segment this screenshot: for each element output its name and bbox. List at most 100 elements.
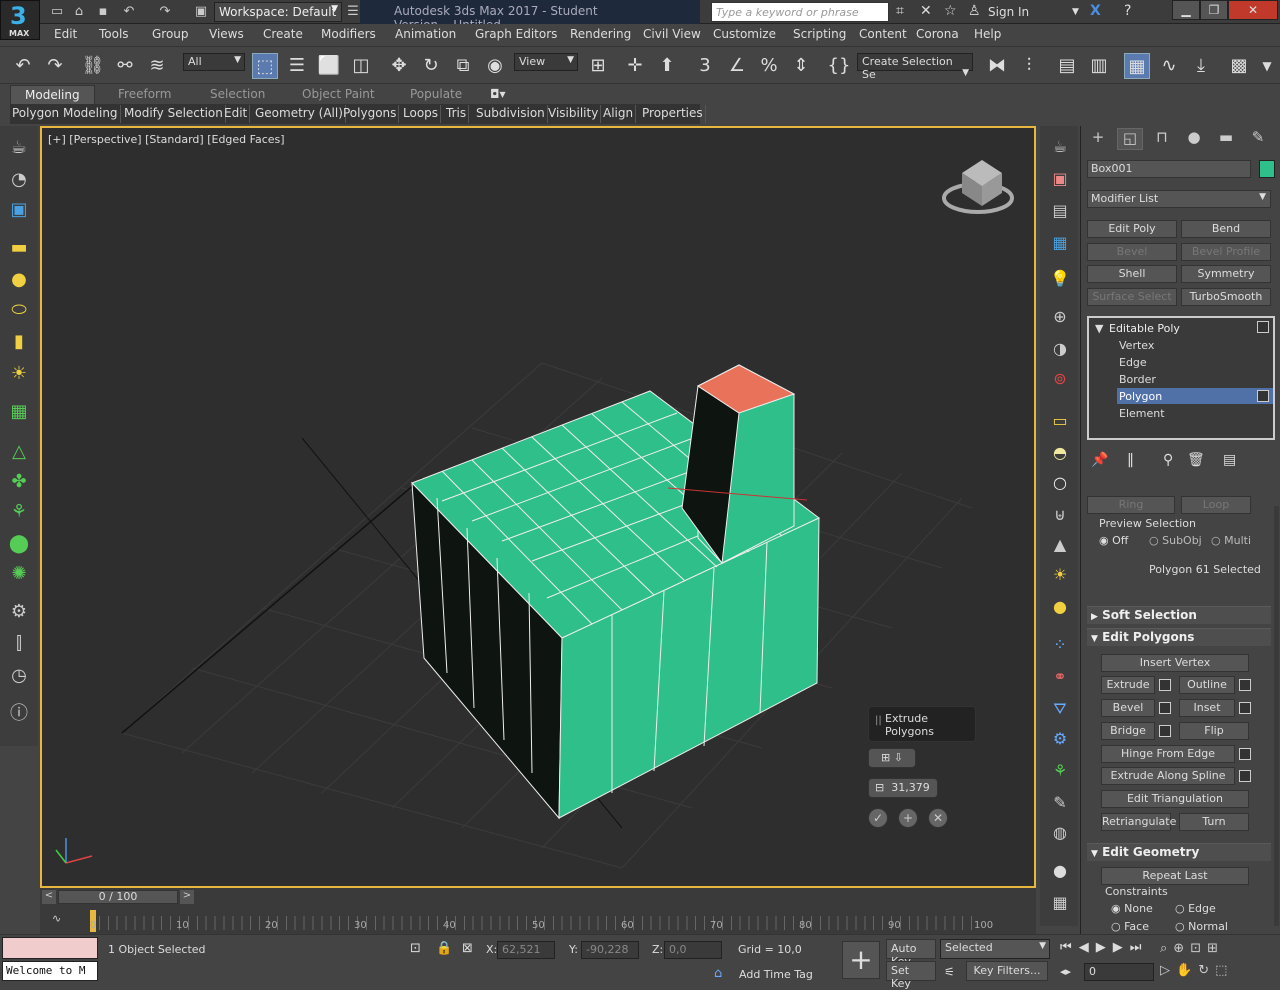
ribbon-loops[interactable]: Loops [401, 105, 442, 123]
scene-explorer-icon[interactable]: ▤ [1054, 53, 1080, 79]
stack-polygon[interactable]: Polygon [1119, 390, 1162, 403]
selection-filter-select[interactable]: All ▼ [183, 53, 245, 71]
utilities-tab-wrench-icon[interactable]: ✎ [1245, 128, 1271, 150]
box001-mesh[interactable] [411, 364, 820, 820]
menu-create[interactable]: Create [263, 27, 303, 41]
camera-icon[interactable]: ⊕ [1046, 304, 1074, 330]
constraint-normal-radio[interactable]: ○ Normal [1175, 920, 1228, 932]
object-color-swatch[interactable] [1259, 160, 1275, 178]
ribbon-visibility[interactable]: Visibility [546, 105, 602, 123]
menu-corona[interactable]: Corona [916, 27, 959, 41]
pyramid-icon[interactable]: △ [6, 440, 32, 464]
cancel-x-icon[interactable]: ✕ [928, 808, 948, 828]
material-ball-icon[interactable]: ● [1046, 858, 1074, 884]
pivot-center-icon[interactable]: ⊞ [585, 53, 611, 79]
select-by-name-icon[interactable]: ☰ [284, 53, 310, 79]
stack-edge[interactable]: Edge [1119, 356, 1147, 369]
auto-key-button[interactable]: Auto Key [886, 939, 936, 968]
favorites-star-icon[interactable]: ☆ [944, 3, 957, 19]
insert-vertex-button[interactable]: Insert Vertex [1101, 654, 1249, 672]
curve-editor-icon[interactable]: ∿ [1156, 53, 1182, 79]
go-to-start-icon[interactable]: ⏮ [1060, 940, 1079, 955]
playback-controls[interactable]: ⏮◀▶▶⏭ [1060, 940, 1148, 955]
video-camera-icon[interactable]: ⊚ [1046, 366, 1074, 392]
stack-vertex[interactable]: Vertex [1119, 339, 1154, 352]
sun-light-icon[interactable]: ☀ [6, 362, 32, 386]
restore-icon[interactable]: ❐ [1200, 0, 1228, 20]
add-time-tag[interactable]: Add Time Tag [739, 968, 813, 981]
outline-button[interactable]: Outline [1179, 676, 1235, 694]
perspective-viewport[interactable]: [+] [Perspective] [Standard] [Edged Face… [40, 126, 1036, 888]
modifier-list-select[interactable]: Modifier List ▼ [1087, 190, 1271, 208]
teapot-icon[interactable]: ☕ [6, 136, 32, 160]
placement-icon[interactable]: ◉ [482, 53, 508, 79]
minimize-icon[interactable]: ▁ [1172, 0, 1200, 20]
bind-space-warp-icon[interactable]: ≋ [144, 53, 170, 79]
turbosmooth-modifier-button[interactable]: TurboSmooth [1181, 288, 1271, 306]
molecule-icon[interactable]: ⚭ [1046, 664, 1074, 690]
extrude-button[interactable]: Extrude [1101, 676, 1155, 694]
shutter-icon[interactable]: ✺ [6, 562, 32, 586]
sign-in-link[interactable]: Sign In [988, 5, 1029, 19]
dots-grid-icon[interactable]: ⁘ [1046, 632, 1074, 658]
stack-element[interactable]: Element [1119, 407, 1165, 420]
ribbon-tris[interactable]: Tris [444, 105, 470, 123]
render-iray-icon[interactable]: ◔ [6, 168, 32, 192]
basket-icon[interactable]: ⊎ [1046, 502, 1074, 528]
panel-scrollbar[interactable] [1274, 506, 1279, 926]
workspace-select[interactable]: Workspace: Default ▼ [214, 2, 342, 22]
menu-modifiers[interactable]: Modifiers [321, 27, 376, 41]
object-name-field[interactable]: Box001 [1087, 160, 1251, 178]
ribbon-polygons[interactable]: Polygons [341, 105, 400, 123]
maxscript-listener-pink[interactable] [2, 937, 98, 959]
ribbon-properties[interactable]: Properties [640, 105, 706, 123]
time-tag-icon[interactable]: ⌂ [714, 966, 722, 981]
panel-icon[interactable]: ▭ [1046, 408, 1074, 434]
menu-rendering[interactable]: Rendering [570, 27, 631, 41]
hf-icon[interactable]: ✎ [1046, 790, 1074, 816]
extrude-along-spline-button[interactable]: Extrude Along Spline [1101, 767, 1235, 785]
menu-graph-editors[interactable]: Graph Editors [475, 27, 557, 41]
mirror-icon[interactable]: ⧓ [984, 53, 1010, 79]
spinner-snap-icon[interactable]: ⇕ [788, 53, 814, 79]
tent-icon[interactable]: ⛛ [1046, 696, 1074, 722]
communication-icon[interactable]: ✕ [920, 3, 932, 19]
schematic-view-icon[interactable]: ⤓ [1188, 53, 1214, 79]
reference-coordinate-select[interactable]: View ▼ [514, 53, 578, 71]
inset-settings-icon[interactable] [1239, 702, 1251, 714]
key-mode-icon[interactable]: ⚟ [944, 965, 955, 979]
extrude-settings-icon[interactable] [1159, 679, 1171, 691]
fov-icon[interactable]: ▷ [1160, 963, 1176, 978]
table-icon[interactable]: ▦ [1046, 890, 1074, 916]
turn-button[interactable]: Turn [1179, 813, 1249, 831]
ribbon-options-icon[interactable]: ◘▾ [490, 85, 506, 105]
material-editor-icon[interactable]: ▩ [1226, 53, 1252, 79]
constraint-face-radio[interactable]: ○ Face [1111, 920, 1149, 932]
menu-customize[interactable]: Customize [713, 27, 776, 41]
bridge-settings-icon[interactable] [1159, 725, 1171, 737]
link-icon[interactable]: ⛓ [80, 53, 106, 79]
edit-geometry-rollout[interactable]: ▼ Edit Geometry [1087, 843, 1271, 861]
chevron-down-icon[interactable]: ▼ [1095, 322, 1103, 335]
make-unique-icon[interactable]: ⚲ [1163, 452, 1173, 468]
binoculars-icon[interactable]: ⌗ [896, 3, 904, 19]
stack-border[interactable]: Border [1119, 373, 1156, 386]
open-file-icon[interactable]: ⌂ [70, 3, 88, 21]
render-frame-icon[interactable]: ▣ [6, 198, 32, 222]
stack-editable-poly[interactable]: Editable Poly [1109, 322, 1180, 335]
bevel-button[interactable]: Bevel [1101, 699, 1155, 717]
scale-icon[interactable]: ⧉ [450, 53, 476, 79]
light-bulb-icon[interactable]: 💡 [1046, 266, 1074, 292]
menu-group[interactable]: Group [152, 27, 189, 41]
shell-modifier-button[interactable]: Shell [1087, 265, 1177, 283]
plant-icon[interactable]: ⚘ [6, 500, 32, 524]
window-crossing-icon[interactable]: ◫ [348, 53, 374, 79]
constraint-none-radio[interactable]: ◉ None [1111, 902, 1153, 915]
zoom-all-icon[interactable]: ⊕ [1173, 941, 1190, 956]
app-logo[interactable]: 3 MAX [0, 0, 40, 40]
z-coordinate-field[interactable]: 0,0 [664, 941, 722, 959]
exchange-apps-icon[interactable]: X [1090, 3, 1101, 19]
soft-selection-rollout[interactable]: ▶ Soft Selection [1087, 606, 1271, 624]
apply-plus-icon[interactable]: + [898, 808, 918, 828]
next-frame-icon[interactable]: ▶ [1113, 940, 1130, 955]
